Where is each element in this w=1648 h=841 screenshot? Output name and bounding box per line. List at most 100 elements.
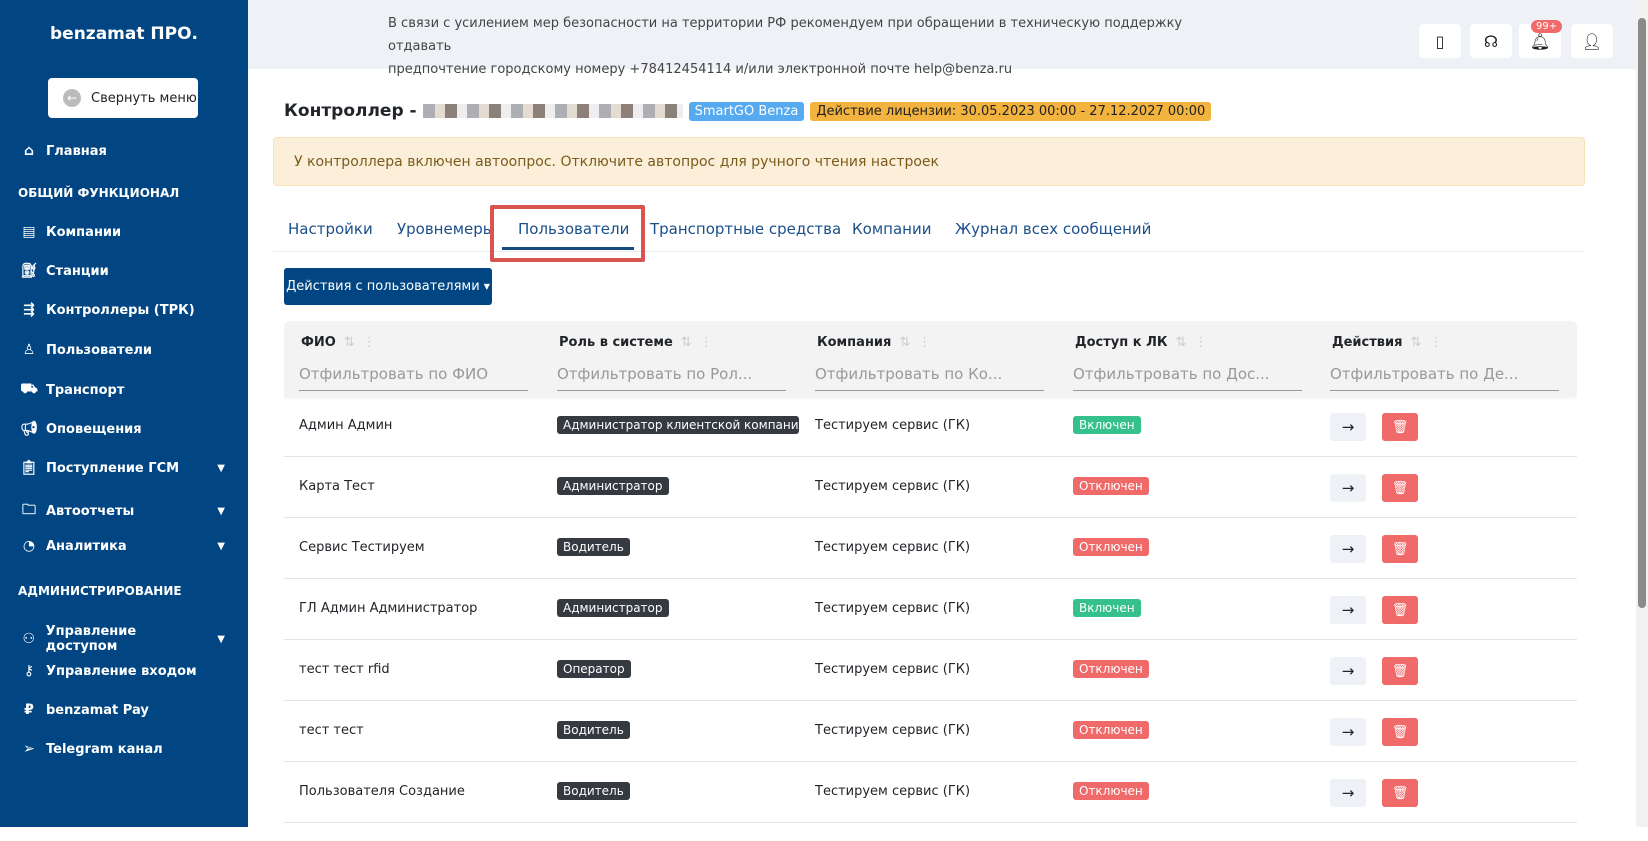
column-menu-icon[interactable]: ⋮ bbox=[363, 335, 376, 350]
delete-user-button[interactable]: 🗑︎ bbox=[1382, 596, 1418, 624]
user-name: Пользователя Создание bbox=[299, 784, 465, 799]
sidebar-item-label: Управление доступом bbox=[45, 624, 137, 654]
nav-icon: 📋︎ bbox=[20, 460, 38, 476]
arrow-right-icon: → bbox=[1341, 418, 1355, 436]
column-filter-input[interactable]: Отфильтровать по Рол... bbox=[557, 363, 786, 391]
notification-badge: 99+ bbox=[1531, 20, 1563, 33]
column-menu-icon[interactable]: ⋮ bbox=[1194, 335, 1207, 350]
sort-icon[interactable]: ⇅ bbox=[1410, 335, 1421, 350]
delete-user-button[interactable]: 🗑︎ bbox=[1382, 718, 1418, 746]
page-title: Контроллер - SmartGO Benza Действие лиценз… bbox=[284, 101, 1212, 121]
column-filter-input[interactable]: Отфильтровать по ФИО bbox=[299, 363, 528, 391]
sidebar-item-label: Автоотчеты bbox=[46, 503, 135, 519]
open-user-button[interactable]: → bbox=[1330, 413, 1366, 441]
user-name: Админ Админ bbox=[299, 418, 393, 433]
nav-icon: ♙ bbox=[22, 342, 36, 358]
column-filter-input[interactable]: Отфильтровать по Дос... bbox=[1073, 363, 1302, 391]
collapse-label: Свернуть меню bbox=[91, 90, 197, 106]
sort-icon[interactable]: ⇅ bbox=[899, 335, 910, 350]
profile-button[interactable]: 👤︎ bbox=[1571, 24, 1613, 58]
tab-vehicles[interactable]: Транспортные средства bbox=[650, 220, 841, 238]
sidebar-item[interactable]: ▤ Компании bbox=[20, 224, 225, 240]
column-menu-icon[interactable]: ⋮ bbox=[1429, 335, 1442, 350]
sidebar-item[interactable]: 🗀 Автоотчеты ▼ bbox=[20, 499, 225, 523]
notifications-button[interactable]: 🔔︎ 99+ bbox=[1519, 20, 1563, 58]
role-badge: Водитель bbox=[557, 538, 630, 556]
tab-message-log[interactable]: Журнал всех сообщений bbox=[955, 220, 1151, 238]
user-actions-label: Действия с пользователями bbox=[286, 279, 480, 294]
sort-icon[interactable]: ⇅ bbox=[681, 335, 692, 350]
open-user-button[interactable]: → bbox=[1330, 657, 1366, 685]
tab-level-gauges[interactable]: Уровнемеры bbox=[397, 220, 495, 238]
docs-button[interactable]: ▯ bbox=[1419, 24, 1461, 58]
table-row: Пользователя Создание Водитель Тестируем… bbox=[284, 762, 1577, 823]
sidebar-item[interactable]: ⚇ Управление доступом ▼ bbox=[20, 624, 225, 654]
column-filter-input[interactable]: Отфильтровать по Де... bbox=[1330, 363, 1559, 391]
sidebar-item-label: Главная bbox=[46, 143, 107, 159]
delete-user-button[interactable]: 🗑︎ bbox=[1382, 535, 1418, 563]
column-header[interactable]: Доступ к ЛК ⇅ ⋮ bbox=[1075, 335, 1207, 350]
open-user-button[interactable]: → bbox=[1330, 718, 1366, 746]
trash-icon: 🗑︎ bbox=[1391, 602, 1409, 618]
sidebar-item[interactable]: ⚷ Управление входом bbox=[20, 663, 225, 679]
user-actions-dropdown[interactable]: Действия с пользователями ▼ bbox=[284, 268, 492, 305]
trash-icon: 🗑︎ bbox=[1391, 724, 1409, 740]
open-user-button[interactable]: → bbox=[1330, 474, 1366, 502]
sidebar-item[interactable]: ➢ Telegram канал bbox=[20, 741, 225, 757]
delete-user-button[interactable]: 🗑︎ bbox=[1382, 779, 1418, 807]
delete-user-button[interactable]: 🗑︎ bbox=[1382, 657, 1418, 685]
sidebar-item[interactable]: 📢︎ Оповещения bbox=[20, 421, 225, 437]
chevron-down-icon: ▼ bbox=[217, 505, 225, 517]
sort-icon[interactable]: ⇅ bbox=[1176, 335, 1187, 350]
sidebar-item-label: Станции bbox=[46, 263, 109, 279]
filter-placeholder: Отфильтровать по Дос... bbox=[1073, 365, 1270, 383]
role-badge: Администратор клиентской компании bbox=[557, 416, 799, 434]
column-filter-input[interactable]: Отфильтровать по Ко... bbox=[815, 363, 1044, 391]
sidebar-item[interactable]: ♙ Пользователи bbox=[20, 342, 225, 358]
delete-user-button[interactable]: 🗑︎ bbox=[1382, 474, 1418, 502]
column-header[interactable]: Компания ⇅ ⋮ bbox=[817, 335, 931, 350]
title-text: Контроллер - bbox=[284, 101, 417, 121]
bell-icon: 🔔︎ bbox=[1529, 31, 1551, 51]
support-button[interactable]: ☊ bbox=[1470, 24, 1512, 58]
arrow-right-icon: → bbox=[1341, 784, 1355, 802]
filter-placeholder: Отфильтровать по Рол... bbox=[557, 365, 753, 383]
delete-user-button[interactable]: 🗑︎ bbox=[1382, 413, 1418, 441]
column-header[interactable]: Действия ⇅ ⋮ bbox=[1332, 335, 1442, 350]
tab-settings[interactable]: Настройки bbox=[288, 220, 373, 238]
table-row: ГЛ Админ Администратор Администратор Тес… bbox=[284, 579, 1577, 640]
access-status-badge: Включен bbox=[1073, 599, 1141, 617]
table-row: Сервис Тестируем Водитель Тестируем серв… bbox=[284, 518, 1577, 579]
nav-icon: ₽ bbox=[24, 702, 34, 718]
open-user-button[interactable]: → bbox=[1330, 596, 1366, 624]
highlight-box bbox=[490, 205, 645, 262]
column-menu-icon[interactable]: ⋮ bbox=[918, 335, 931, 350]
user-name: ГЛ Админ Администратор bbox=[299, 601, 478, 616]
tab-companies[interactable]: Компании bbox=[852, 220, 931, 238]
column-header[interactable]: Роль в системе ⇅ ⋮ bbox=[559, 335, 713, 350]
sidebar-item[interactable]: ⛽︎ Станции bbox=[20, 263, 225, 279]
nav-icon: ⚇ bbox=[22, 631, 36, 647]
open-user-button[interactable]: → bbox=[1330, 535, 1366, 563]
users-table: ФИО ⇅ ⋮ Отфильтровать по ФИО Роль в системе ⇅… bbox=[284, 321, 1577, 841]
sidebar-item[interactable]: ◔ Аналитика ▼ bbox=[20, 538, 225, 554]
column-header[interactable]: ФИО ⇅ ⋮ bbox=[301, 335, 376, 350]
nav-icon: ⌂ bbox=[23, 143, 35, 159]
sidebar-item[interactable]: 📋︎ Поступление ГСМ ▼ bbox=[20, 460, 225, 476]
sidebar-item[interactable]: ⌂ Главная bbox=[20, 143, 225, 159]
license-tag: Действие лицензии: 30.05.2023 00:00 - 27… bbox=[810, 101, 1212, 121]
access-status-badge: Отключен bbox=[1073, 721, 1149, 739]
open-user-button[interactable]: → bbox=[1330, 779, 1366, 807]
sort-icon[interactable]: ⇅ bbox=[344, 335, 355, 350]
company-name: Тестируем сервис (ГК) bbox=[815, 662, 971, 677]
scrollbar[interactable] bbox=[1636, 0, 1648, 827]
sidebar-item[interactable]: ⛟︎ Транспорт bbox=[20, 381, 225, 399]
collapse-menu-button[interactable]: ← Свернуть меню bbox=[48, 78, 198, 118]
column-label: Компания bbox=[817, 335, 892, 350]
column-menu-icon[interactable]: ⋮ bbox=[700, 335, 713, 350]
model-tag: SmartGO Benza bbox=[688, 101, 805, 121]
sidebar-item[interactable]: ⇶ Контроллеры (ТРК) bbox=[20, 302, 225, 318]
sidebar-item[interactable]: ₽ benzamat Pay bbox=[20, 702, 225, 718]
filter-placeholder: Отфильтровать по Ко... bbox=[815, 365, 1003, 383]
scrollbar-thumb[interactable] bbox=[1638, 18, 1646, 608]
